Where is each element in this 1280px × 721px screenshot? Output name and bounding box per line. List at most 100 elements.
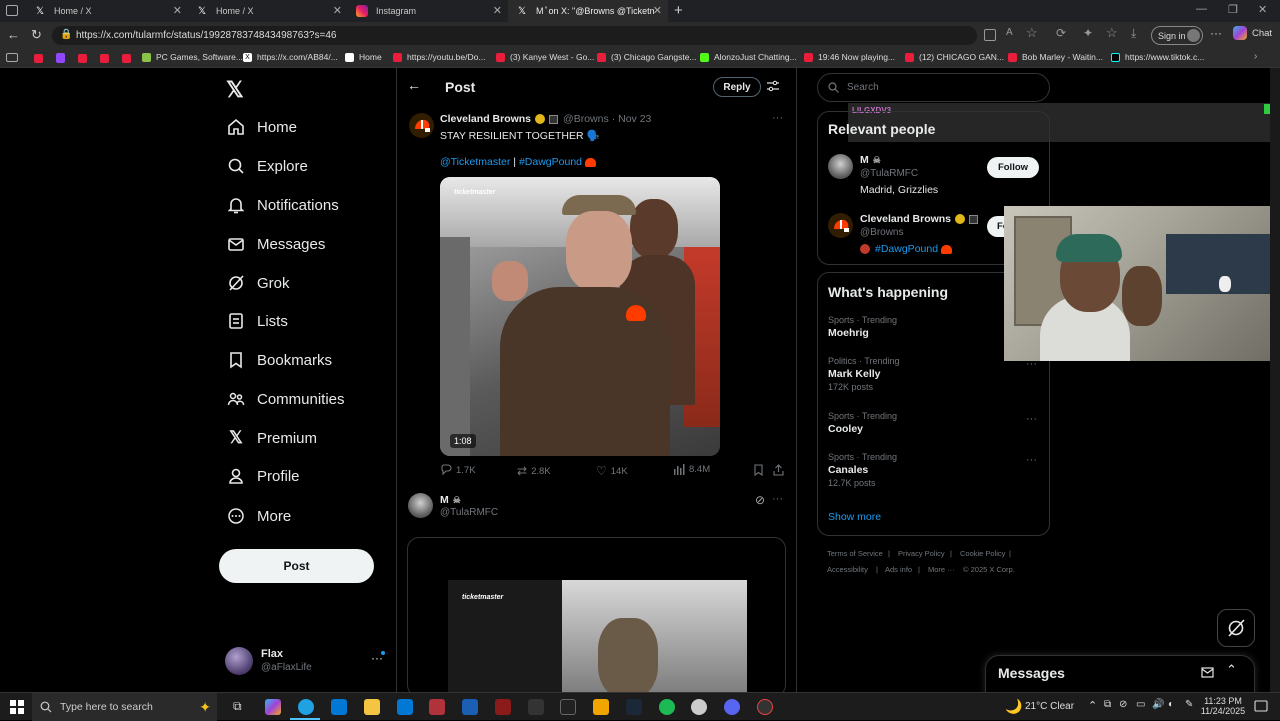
person-name[interactable]: M xyxy=(860,154,869,166)
back-arrow-icon[interactable]: ← xyxy=(407,77,421,93)
footer-link[interactable]: More ··· xyxy=(928,565,955,574)
search-box[interactable]: Search xyxy=(817,73,1050,102)
tweet-date[interactable]: · Nov 23 xyxy=(612,113,652,125)
game-icon[interactable] xyxy=(528,699,544,715)
bookmark-item[interactable]: https://youtu.be/Do... xyxy=(393,52,485,62)
reply-more-icon[interactable]: ··· xyxy=(772,493,783,505)
volume-icon[interactable]: 🔊 xyxy=(1152,699,1164,710)
youtube-icon[interactable] xyxy=(122,54,131,63)
app-icon[interactable] xyxy=(691,699,707,715)
sidebar-item-grok[interactable]: Grok xyxy=(226,268,290,298)
copilot-icon[interactable] xyxy=(265,699,281,715)
restore-icon[interactable]: ❐ xyxy=(1228,3,1238,16)
sidebar-item-home[interactable]: Home xyxy=(226,112,297,142)
bookmark-item[interactable]: Home xyxy=(345,52,382,62)
like-action[interactable]: ♡ 14K xyxy=(596,464,628,478)
repost-action[interactable]: ⇄ 2.8K xyxy=(517,464,551,478)
sidebar-item-premium[interactable]: 𝕏 Premium xyxy=(226,423,317,453)
tweet-author[interactable]: Cleveland Browns xyxy=(440,113,531,125)
tweet-more-icon[interactable]: ··· xyxy=(772,112,783,124)
clock[interactable]: 11:23 PM 11/24/2025 xyxy=(1200,696,1246,716)
app-icon[interactable] xyxy=(560,699,576,715)
tray-icon[interactable]: ⧉ xyxy=(1104,699,1111,710)
bookmark-item[interactable]: https://www.tiktok.c... xyxy=(1111,52,1204,62)
reply-button[interactable]: Reply xyxy=(713,77,761,97)
bookmark-item[interactable]: PC Games, Software... xyxy=(142,52,243,62)
bookmark-item[interactable]: (3) Kanye West - Go... xyxy=(496,52,594,62)
person-bio[interactable]: #DawgPound xyxy=(875,243,938,255)
url-field[interactable]: 🔒 https://x.com/tularmfc/status/19928783… xyxy=(52,26,977,45)
steam-icon[interactable] xyxy=(626,699,642,715)
store-icon[interactable] xyxy=(331,699,347,715)
new-tab-icon[interactable]: + xyxy=(674,2,683,19)
sidebar-item-profile[interactable]: Profile xyxy=(226,461,300,491)
person-name[interactable]: Cleveland Browns xyxy=(860,213,951,225)
trend-more-icon[interactable]: ··· xyxy=(1026,454,1037,466)
x-logo-icon[interactable]: 𝕏 xyxy=(226,77,244,103)
person-handle[interactable]: @TulaRMFC xyxy=(860,168,918,179)
footer-link[interactable]: Cookie Policy xyxy=(960,549,1005,558)
reply-media[interactable]: ticketmaster xyxy=(407,537,786,697)
tweet-video[interactable]: ticketmaster 1:08 xyxy=(440,177,720,456)
tray-expand-icon[interactable]: ⌃ xyxy=(1088,699,1097,712)
file-explorer-icon[interactable] xyxy=(364,699,380,715)
avatar[interactable] xyxy=(828,213,853,238)
favorites-icon[interactable]: ☆ xyxy=(1106,25,1118,41)
post-button[interactable]: Post xyxy=(219,549,374,583)
youtube-icon[interactable] xyxy=(100,54,109,63)
more-menu-icon[interactable]: ··· xyxy=(1210,26,1222,40)
reply-action[interactable]: 1.7K xyxy=(440,464,476,476)
game-icon[interactable] xyxy=(429,699,445,715)
trend-item[interactable]: Sports · Trending Canales 12.7K posts xyxy=(828,452,1038,488)
account-switcher[interactable]: Flax @aFlaxLife ··· xyxy=(225,645,389,679)
new-message-icon[interactable] xyxy=(1201,666,1215,678)
bookmarks-menu-icon[interactable] xyxy=(6,53,18,62)
sidebar-item-explore[interactable]: Explore xyxy=(226,151,308,181)
bookmark-action[interactable] xyxy=(753,464,764,476)
reply-author[interactable]: M xyxy=(440,494,449,506)
fifa-icon[interactable] xyxy=(462,699,478,715)
network-icon[interactable]: ▭ xyxy=(1136,699,1145,710)
browns-avatar[interactable] xyxy=(409,113,434,138)
grok-explain-icon[interactable]: ⊘ xyxy=(755,493,765,507)
sidebar-item-notifications[interactable]: Notifications xyxy=(226,190,339,220)
sync-icon[interactable]: ⟳ xyxy=(1056,26,1066,40)
sidebar-item-messages[interactable]: Messages xyxy=(226,229,325,259)
sidebar-item-lists[interactable]: Lists xyxy=(226,306,288,336)
nba2k-icon[interactable] xyxy=(495,699,511,715)
footer-link[interactable]: Privacy Policy xyxy=(898,549,945,558)
window-close-icon[interactable]: ✕ xyxy=(1258,3,1267,16)
app-icon[interactable] xyxy=(593,699,609,715)
task-view-icon[interactable]: ⧉ xyxy=(233,699,242,714)
sidebar-item-more[interactable]: More xyxy=(226,501,291,531)
avatar[interactable] xyxy=(828,154,853,179)
bookmark-item[interactable]: AlonzoJust Chatting... xyxy=(700,52,797,62)
tab-home-2[interactable]: 𝕏 Home / X ✕ xyxy=(188,0,348,22)
tab-actions-icon[interactable] xyxy=(6,5,18,16)
bookmark-item[interactable]: 19:46 Now playing... xyxy=(804,52,895,62)
download-icon[interactable]: ⤓ xyxy=(1131,26,1136,41)
read-aloud-icon[interactable]: A xyxy=(1006,27,1013,38)
hashtag-link[interactable]: #DawgPound xyxy=(519,156,582,168)
follow-button[interactable]: Follow xyxy=(987,157,1039,178)
close-icon[interactable]: ✕ xyxy=(333,4,342,17)
close-icon[interactable]: ✕ xyxy=(653,4,662,17)
obs-icon[interactable] xyxy=(757,699,773,715)
extensions-icon[interactable]: ✦ xyxy=(1083,26,1093,40)
tab-current-post[interactable]: 𝕏 M ̊ on X: "@Browns @Ticketm... ✕ xyxy=(508,0,668,22)
footer-link[interactable]: Ads info xyxy=(885,565,912,574)
bookmark-item[interactable]: Xhttps://x.com/AB84/... xyxy=(243,52,338,62)
pen-icon[interactable]: ✎ xyxy=(1185,699,1193,710)
trend-more-icon[interactable]: ··· xyxy=(1026,413,1037,425)
share-action[interactable] xyxy=(773,464,784,476)
sidebar-item-communities[interactable]: Communities xyxy=(226,384,345,414)
youtube-icon[interactable] xyxy=(34,54,43,63)
tab-instagram[interactable]: Instagram ✕ xyxy=(348,0,508,22)
weather-text[interactable]: 21°C Clear xyxy=(1025,701,1074,712)
favorite-star-icon[interactable]: ☆ xyxy=(1026,25,1038,41)
expand-icon[interactable]: ⌃ xyxy=(1226,662,1237,678)
filter-icon[interactable] xyxy=(767,79,779,92)
footer-link[interactable]: Terms of Service xyxy=(827,549,883,558)
page-scrollbar[interactable] xyxy=(1270,68,1280,692)
copilot-chat-button[interactable]: Chat xyxy=(1233,26,1272,40)
